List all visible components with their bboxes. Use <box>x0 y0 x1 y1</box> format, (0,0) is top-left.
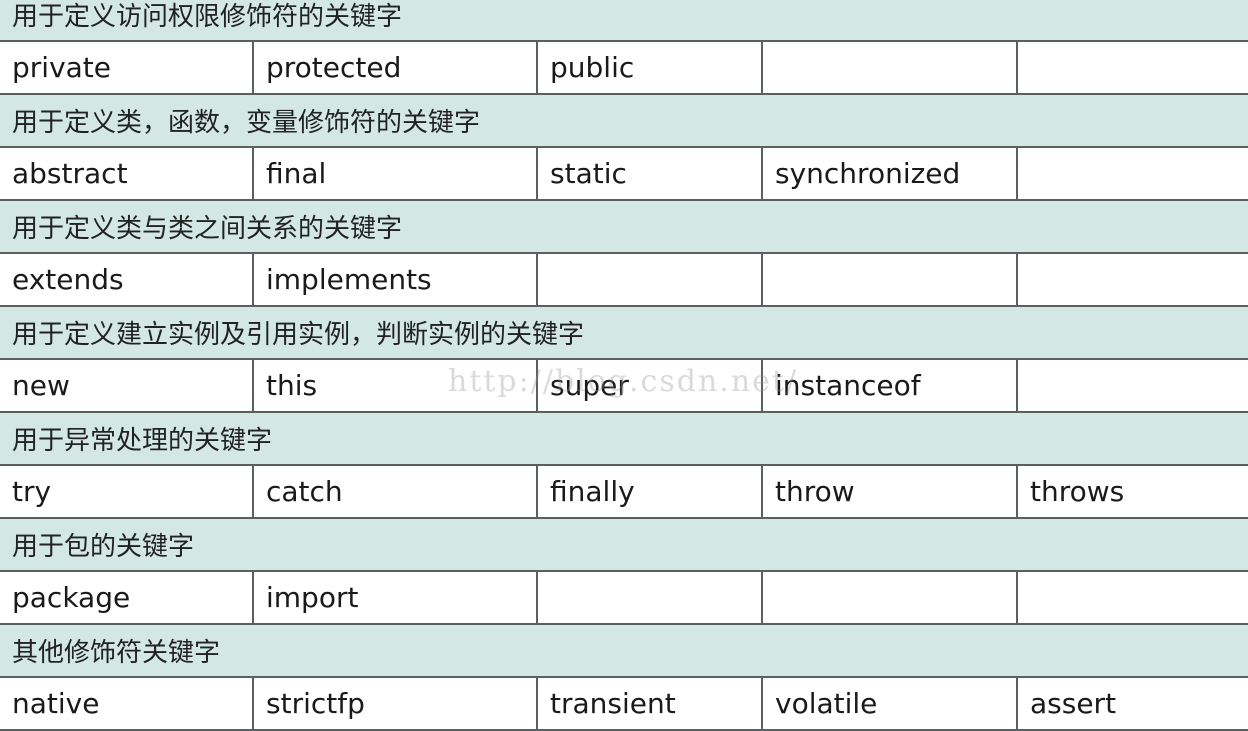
keyword-cell: catch <box>254 466 538 517</box>
keyword-cell <box>538 254 763 305</box>
keyword-cell: instanceof <box>763 360 1018 411</box>
keyword-cell: assert <box>1030 687 1117 720</box>
keyword-cell <box>538 572 763 623</box>
keyword-cell: extends <box>0 254 254 305</box>
keyword-cell: private <box>0 42 254 93</box>
keyword-cell <box>763 572 1018 623</box>
table-row: native strictfp transient volatile assert <box>0 678 1248 731</box>
table-row: try catch finally throw throws <box>0 466 1248 519</box>
section-header: 用于异常处理的关键字 <box>0 413 1248 466</box>
keyword-cell: abstract <box>0 148 254 199</box>
keyword-cell <box>1018 360 1248 411</box>
keywords-table: 用于定义访问权限修饰符的关键字 private protected public 用于定… <box>0 0 1248 731</box>
keyword-cell: throws <box>1030 475 1125 508</box>
keyword-cell <box>1018 254 1248 305</box>
section-header: 其他修饰符关键字 <box>0 625 1248 678</box>
table-row: package import <box>0 572 1248 625</box>
keyword-cell: import <box>254 572 538 623</box>
section-header: 用于定义建立实例及引用实例，判断实例的关键字 <box>0 307 1248 360</box>
keyword-cell: transient <box>538 678 763 729</box>
keyword-cell: native <box>0 678 254 729</box>
keyword-cell: synchronized <box>763 148 1018 199</box>
keyword-cell: volatile <box>763 678 1018 729</box>
keyword-cell: super <box>538 360 763 411</box>
keyword-cell <box>763 254 1018 305</box>
keyword-cell: implements <box>254 254 538 305</box>
keyword-cell <box>1018 42 1248 93</box>
table-row: extends implements <box>0 254 1248 307</box>
keyword-cell <box>1018 148 1248 199</box>
keyword-cell <box>763 42 1018 93</box>
section-header: 用于定义类，函数，变量修饰符的关键字 <box>0 95 1248 148</box>
keyword-cell: this <box>254 360 538 411</box>
keyword-cell <box>1018 572 1248 623</box>
keyword-cell: static <box>538 148 763 199</box>
keyword-cell: finally <box>538 466 763 517</box>
section-header: 用于定义访问权限修饰符的关键字 <box>0 0 1248 42</box>
keyword-cell: strictfp <box>254 678 538 729</box>
keyword-cell: public <box>538 42 763 93</box>
keyword-cell: new <box>0 360 254 411</box>
section-header: 用于定义类与类之间关系的关键字 <box>0 201 1248 254</box>
keyword-cell: throw <box>763 466 1018 517</box>
table-row: new this super instanceof <box>0 360 1248 413</box>
table-row: private protected public <box>0 42 1248 95</box>
keyword-cell: try <box>0 466 254 517</box>
keyword-cell: final <box>254 148 538 199</box>
table-row: abstract final static synchronized <box>0 148 1248 201</box>
keyword-cell: protected <box>254 42 538 93</box>
section-header: 用于包的关键字 <box>0 519 1248 572</box>
keyword-cell: package <box>0 572 254 623</box>
